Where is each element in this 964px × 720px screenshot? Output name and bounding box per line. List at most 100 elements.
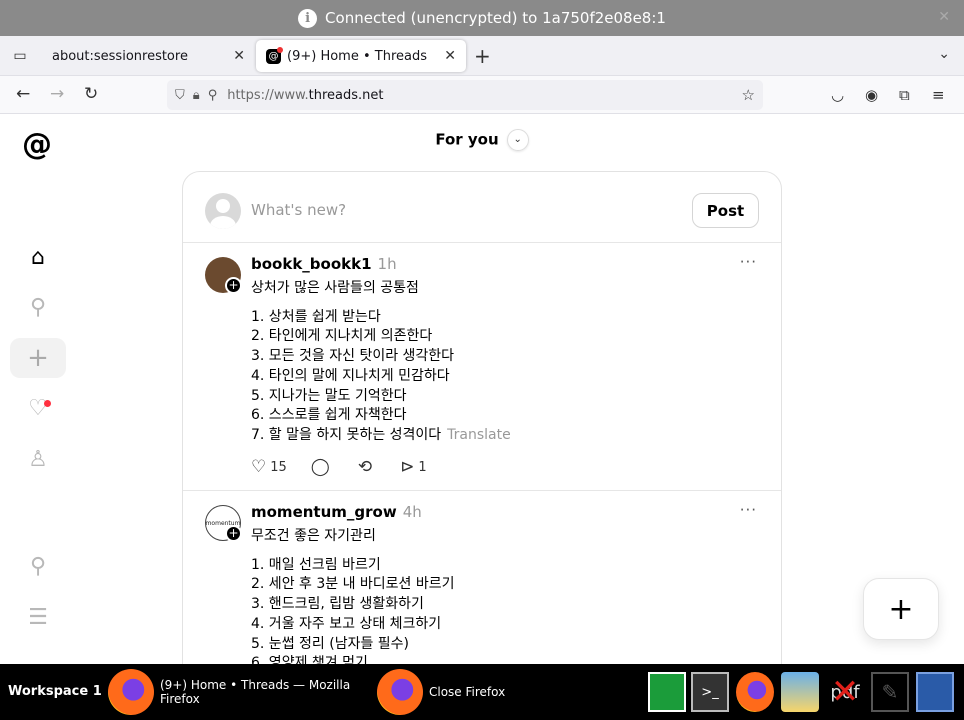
reply-button[interactable]: ◯ [311, 457, 334, 477]
repost-icon: ⟲ [357, 457, 373, 477]
bookmark-star-icon[interactable]: ☆ [742, 86, 755, 104]
calculator-icon[interactable] [916, 672, 954, 712]
search-icon[interactable]: ⚲ [10, 287, 66, 327]
composer: What's new? Post [183, 172, 781, 243]
post-time: 1h [377, 255, 397, 273]
close-tab-icon[interactable]: ✕ [233, 48, 245, 64]
more-options-icon[interactable]: ··· [740, 501, 757, 519]
list-all-tabs-icon[interactable]: ⌄ [938, 46, 950, 62]
vnc-close-icon[interactable]: ✕ [938, 9, 950, 25]
activity-heart-icon[interactable]: ♡ [10, 388, 66, 428]
text-editor-icon[interactable]: ✎ [871, 672, 909, 712]
post-line: 1. 상처를 쉽게 받는다 [251, 308, 381, 325]
post-body: 무조건 좋은 자기관리 1. 매일 선크림 바르기 2. 세안 후 3분 내 바… [251, 527, 751, 664]
post-line: 3. 핸드크림, 립밤 생활화하기 [251, 596, 424, 613]
post-line: 1. 매일 선크림 바르기 [251, 556, 381, 573]
new-tab-icon[interactable]: + [474, 44, 491, 68]
post-username[interactable]: momentum_grow 4h [251, 503, 422, 521]
shield-icon[interactable]: ⛉ [175, 88, 185, 103]
firefox-view-icon[interactable]: ▭ [10, 46, 30, 66]
close-firefox-button[interactable]: Close Firefox [429, 685, 505, 699]
feed-column: What's new? Post + bookk_bookk1 1h ··· 상처… [182, 171, 782, 664]
tab-threads[interactable]: @ (9+) Home • Threads ✕ [256, 40, 466, 72]
taskbar: Workspace 1 (9+) Home • Threads — Mozill… [0, 664, 964, 720]
post-title: 상처가 많은 사람들의 공통점 [251, 280, 419, 296]
navigation-bar: ← → ↻ ⛉ 🔒︎ ⚲ https://www.threads.net ☆ ◡… [0, 76, 964, 114]
post-body: 상처가 많은 사람들의 공통점 1. 상처를 쉽게 받는다 2. 타인에게 지나… [251, 279, 751, 446]
follow-plus-icon[interactable]: + [225, 277, 242, 294]
pocket-icon[interactable]: ◡ [831, 86, 844, 104]
tab-title: (9+) Home • Threads [287, 48, 427, 64]
tab-title: about:sessionrestore [52, 48, 188, 64]
post-line: 2. 세안 후 3분 내 바디로션 바르기 [251, 576, 455, 593]
more-menu-icon[interactable]: ☰ [10, 597, 66, 637]
feed-title: For you [435, 130, 499, 149]
profile-icon[interactable]: ♙ [10, 439, 66, 479]
heart-icon: ♡ [251, 457, 267, 477]
forward-icon[interactable]: → [50, 84, 64, 104]
post-title: 무조건 좋은 자기관리 [251, 528, 376, 544]
post-time: 4h [402, 503, 422, 521]
x-icon[interactable]: ✕ [826, 672, 864, 712]
post-item: + bookk_bookk1 1h ··· 상처가 많은 사람들의 공통점 1. … [183, 243, 781, 491]
post-line: 4. 타인의 말에 지나치게 민감하다 [251, 367, 450, 384]
taskbar-firefox-window[interactable]: (9+) Home • Threads — Mozilla Firefox [160, 678, 360, 706]
notification-dot [44, 400, 51, 407]
tab-strip: ▭ about:sessionrestore ✕ @ (9+) Home • T… [0, 36, 964, 76]
like-button[interactable]: ♡ 15 [251, 457, 287, 477]
firefox-icon[interactable] [377, 669, 423, 715]
threads-page: @ ⌂ ⚲ + ♡ ♙ ⚲ ☰ For you ⌄ What's new? Pos… [0, 115, 964, 664]
reload-icon[interactable]: ↻ [84, 84, 98, 104]
post-item: momentum + momentum_grow 4h ··· 무조건 좋은 자기… [183, 491, 781, 664]
home-icon[interactable]: ⌂ [10, 237, 66, 277]
post-line: 7. 할 말을 하지 못하는 성격이다 [251, 426, 442, 443]
like-count: 15 [270, 459, 287, 475]
terminal-icon[interactable]: >_ [691, 672, 729, 712]
post-actions: ♡ 15 ◯ ⟲ ⊳ 1 [251, 457, 451, 477]
post-line: 5. 눈썹 정리 (남자들 필수) [251, 635, 410, 652]
feed-header[interactable]: For you ⌄ [182, 129, 782, 151]
workspace-label[interactable]: Workspace 1 [8, 684, 102, 699]
post-line: 4. 거울 자주 보고 상태 체크하기 [251, 615, 442, 632]
threads-favicon-icon: @ [266, 46, 283, 64]
post-button[interactable]: Post [692, 193, 759, 228]
post-line: 5. 지나가는 말도 기억한다 [251, 387, 407, 404]
tab-sessionrestore[interactable]: about:sessionrestore ✕ [42, 40, 255, 72]
back-icon[interactable]: ← [16, 84, 30, 104]
threads-logo-icon[interactable]: @ [22, 127, 52, 162]
permissions-icon[interactable]: ⚲ [208, 88, 218, 103]
create-fab-button[interactable]: + [863, 578, 939, 640]
user-avatar[interactable] [205, 193, 241, 229]
info-icon: i [298, 8, 318, 28]
post-line: 6. 스스로를 쉽게 자책한다 [251, 407, 407, 424]
create-icon[interactable]: + [10, 338, 66, 378]
repost-button[interactable]: ⟲ [358, 457, 376, 477]
post-line: 2. 타인에게 지나치게 의존한다 [251, 328, 433, 345]
vnc-status-text: Connected (unencrypted) to 1a750f2e08e8:… [325, 9, 666, 27]
post-line: 6. 영양제 챙겨 먹기 [251, 655, 368, 664]
firefox-icon[interactable] [736, 672, 774, 712]
composer-input[interactable]: What's new? [251, 201, 346, 219]
url-bar[interactable]: ⛉ 🔒︎ ⚲ https://www.threads.net ☆ [167, 80, 763, 110]
lock-icon[interactable]: 🔒︎ [193, 88, 200, 103]
comment-icon: ◯ [310, 457, 330, 477]
share-count: 1 [418, 459, 427, 475]
account-icon[interactable]: ◉ [865, 86, 878, 104]
pin-icon[interactable]: ⚲ [10, 546, 66, 586]
sidebar: @ ⌂ ⚲ + ♡ ♙ ⚲ ☰ [0, 115, 76, 664]
share-button[interactable]: ⊳ 1 [400, 457, 427, 477]
vnc-status-bar: i Connected (unencrypted) to 1a750f2e08e… [0, 0, 964, 36]
spreadsheet-icon[interactable] [648, 672, 686, 712]
more-options-icon[interactable]: ··· [740, 253, 757, 271]
image-viewer-icon[interactable] [781, 672, 819, 712]
translate-link[interactable]: Translate [447, 427, 511, 443]
follow-plus-icon[interactable]: + [225, 525, 242, 542]
extensions-icon[interactable]: ⧉ [899, 86, 910, 104]
post-username[interactable]: bookk_bookk1 1h [251, 255, 397, 273]
firefox-icon[interactable] [108, 669, 154, 715]
chevron-down-icon[interactable]: ⌄ [506, 129, 529, 151]
post-line: 3. 모든 것을 자신 탓이라 생각한다 [251, 348, 455, 365]
url-text[interactable]: https://www.threads.net [227, 88, 383, 103]
menu-icon[interactable]: ≡ [932, 86, 945, 104]
close-tab-icon[interactable]: ✕ [444, 48, 456, 64]
